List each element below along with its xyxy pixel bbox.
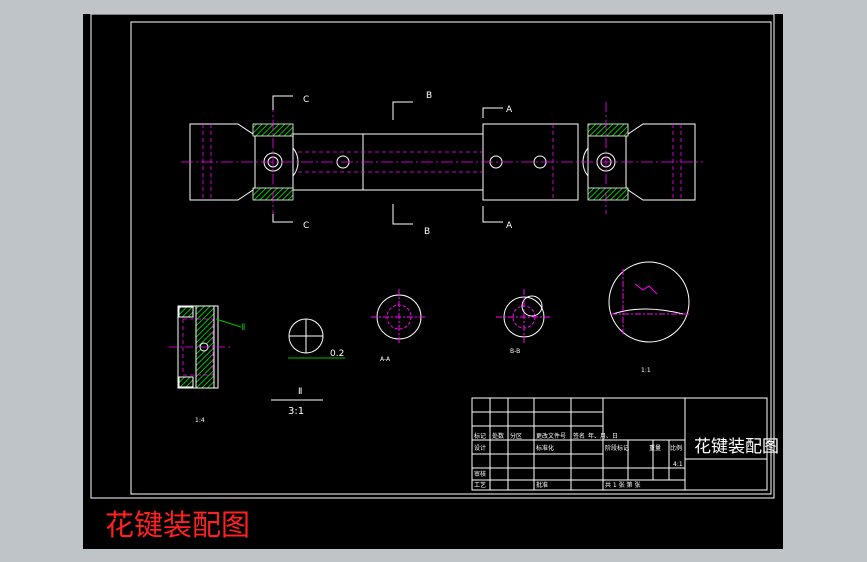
section-b-note: B-B <box>510 348 520 355</box>
svg-text:A: A <box>506 221 513 231</box>
svg-text:分区: 分区 <box>510 432 522 440</box>
scale-note: 1:4 <box>195 417 205 424</box>
detail-label: Ⅱ <box>298 387 302 397</box>
svg-text:C: C <box>303 221 309 231</box>
drawing-caption: 花键装配图 <box>105 508 251 542</box>
svg-text:B: B <box>424 227 430 237</box>
svg-text:4:1: 4:1 <box>673 461 683 468</box>
cad-drawing: C C B B A A Ⅱ 0.2 Ⅱ 3:1 A-A B-B 1:1 1:4 … <box>90 13 779 499</box>
svg-text:A: A <box>506 105 513 115</box>
cad-viewport[interactable]: C C B B A A Ⅱ 0.2 Ⅱ 3:1 A-A B-B 1:1 1:4 … <box>83 13 783 549</box>
svg-text:处数: 处数 <box>492 432 504 440</box>
svg-text:标记: 标记 <box>474 432 486 440</box>
svg-text:C: C <box>303 95 309 105</box>
section-letters: C C B B A A <box>303 91 513 237</box>
svg-text:审核: 审核 <box>474 470 486 478</box>
svg-text:签名: 签名 <box>573 432 585 440</box>
svg-text:B: B <box>426 91 432 101</box>
spline-section-2 <box>496 289 552 345</box>
svg-text:比例: 比例 <box>670 444 682 452</box>
drawing-outer-frame <box>90 13 775 499</box>
svg-text:重量: 重量 <box>649 444 661 452</box>
section-c-note: 1:1 <box>641 367 651 374</box>
svg-text:更改文件号: 更改文件号 <box>536 432 566 440</box>
spline-section-3 <box>608 261 690 343</box>
detail-dimension: 0.2 <box>330 349 344 359</box>
section-a-note: A-A <box>380 356 391 363</box>
svg-text:设计: 设计 <box>474 444 486 452</box>
detail-view-ii <box>288 318 324 354</box>
leader-label: Ⅱ <box>241 323 245 333</box>
svg-text:年、月、日: 年、月、日 <box>588 432 618 440</box>
title-block-name: 花键装配图 <box>694 437 779 457</box>
svg-text:阶段标记: 阶段标记 <box>605 444 629 452</box>
svg-text:工艺: 工艺 <box>474 481 486 489</box>
spline-section-1 <box>371 289 427 345</box>
svg-text:共 1 张 第 张: 共 1 张 第 张 <box>605 481 640 489</box>
detail-scale: 3:1 <box>288 406 304 417</box>
drawing-inner-frame <box>130 21 772 495</box>
svg-text:批准: 批准 <box>536 481 548 489</box>
section-markers <box>272 95 503 225</box>
svg-text:标准化: 标准化 <box>536 444 554 452</box>
